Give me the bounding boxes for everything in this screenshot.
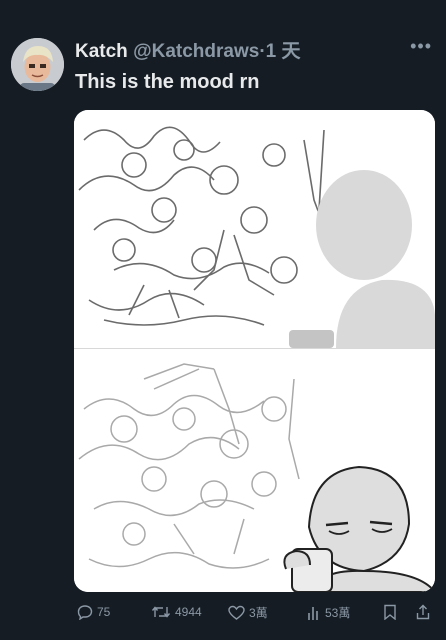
- retweet-count: 4944: [175, 605, 202, 619]
- tweet-media[interactable]: [74, 110, 435, 592]
- like-count: 3萬: [249, 606, 268, 620]
- views-count: 53萬: [325, 606, 351, 620]
- action-bar: 75 4944 3萬 53萬: [0, 604, 446, 626]
- media-panel-bottom: [74, 349, 435, 592]
- author-handle[interactable]: @Katchdraws: [133, 41, 259, 62]
- tweet-time[interactable]: 1 天: [266, 41, 301, 62]
- retweet-button[interactable]: 4944: [151, 604, 202, 620]
- tweet-text: This is the mood rn: [75, 71, 260, 93]
- bookmark-button[interactable]: [383, 604, 397, 620]
- heart-icon: [228, 605, 245, 620]
- more-options-icon[interactable]: •••: [410, 36, 432, 57]
- share-icon: [416, 604, 430, 620]
- reply-button[interactable]: 75: [77, 604, 110, 620]
- avatar[interactable]: [11, 38, 64, 91]
- retweet-icon: [151, 606, 171, 618]
- reply-icon: [77, 605, 93, 620]
- media-panel-top: [74, 110, 435, 367]
- share-button[interactable]: [416, 604, 430, 620]
- bookmark-icon: [384, 604, 396, 620]
- views-chart-icon: [308, 606, 318, 620]
- tweet-header: Katch @Katchdraws·1 天: [75, 36, 430, 63]
- reply-count: 75: [97, 605, 111, 619]
- like-button[interactable]: 3萬: [228, 604, 268, 621]
- author-name[interactable]: Katch: [75, 41, 128, 62]
- views-button[interactable]: 53萬: [307, 604, 350, 621]
